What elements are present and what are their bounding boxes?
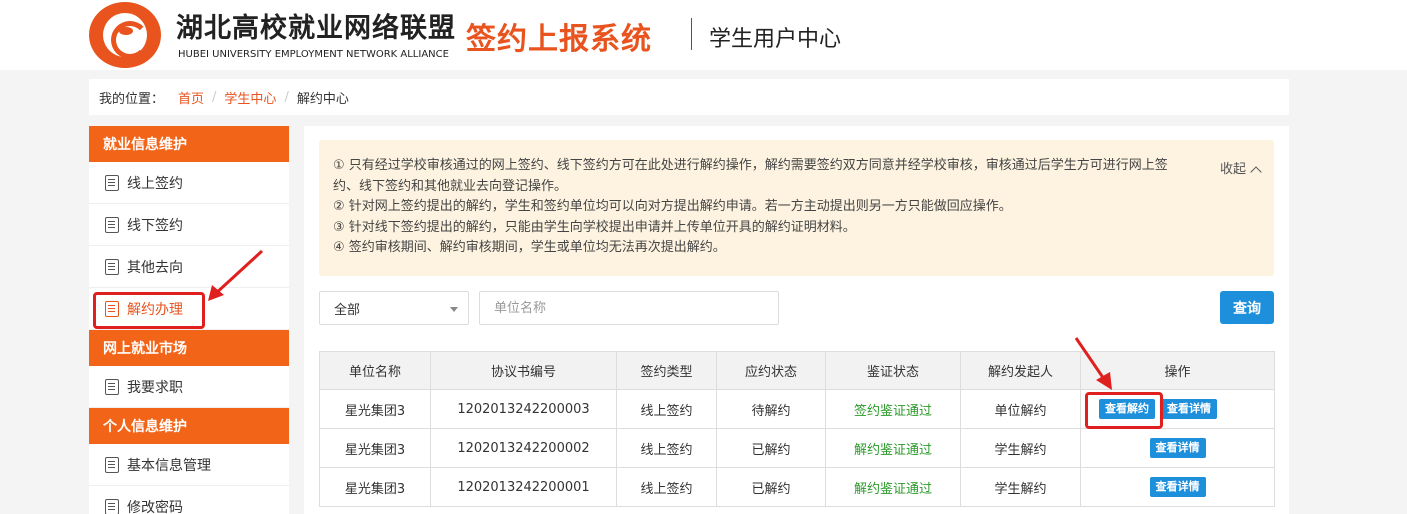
user-center-title: 学生用户中心: [709, 27, 842, 52]
breadcrumb-current: 解约中心: [296, 91, 349, 107]
cell-unit: 星光集团3: [319, 389, 431, 429]
cell-status: 已解约: [716, 467, 826, 507]
view-details-button[interactable]: 查看详情: [1149, 477, 1206, 497]
cell-unit: 星光集团3: [319, 428, 431, 468]
sidebar-group-job-market: 网上就业市场: [89, 330, 289, 366]
collapse-toggle[interactable]: 收起: [1219, 160, 1262, 181]
view-details-button[interactable]: 查看详情: [1161, 399, 1217, 419]
breadcrumb-home[interactable]: 首页: [178, 88, 204, 107]
brand-name: 湖北高校就业网络联盟: [176, 13, 456, 44]
cell-number: 1202013242200001: [430, 467, 617, 507]
cell-actions: 查看详情: [1080, 428, 1275, 468]
cell-verify-status: 签约鉴证通过: [825, 389, 961, 429]
sidebar-item-offline-sign[interactable]: 线下签约: [89, 204, 289, 246]
brand-english: HUBEI UNIVERSITY EMPLOYMENT NETWORK ALLI…: [178, 49, 449, 60]
column-header: 应约状态: [716, 351, 826, 390]
column-header: 协议书编号: [430, 351, 617, 390]
header: 湖北高校就业网络联盟 HUBEI UNIVERSITY EMPLOYMENT N…: [0, 0, 1407, 70]
document-icon: [105, 300, 119, 317]
cell-status: 待解约: [716, 389, 826, 429]
termination-table: 单位名称 协议书编号 签约类型 应约状态 鉴证状态 解约发起人 操作 星光集团3…: [319, 351, 1275, 507]
breadcrumb-separator: /: [284, 89, 289, 105]
document-icon: [105, 378, 119, 395]
breadcrumb-student-center[interactable]: 学生中心: [224, 88, 276, 107]
document-icon: [105, 174, 119, 191]
chevron-up-icon: [1250, 166, 1262, 178]
column-header: 签约类型: [616, 351, 717, 390]
cell-actions: 查看详情: [1080, 467, 1275, 507]
logo-icon[interactable]: [89, 2, 161, 68]
highlight-box: [1085, 392, 1163, 429]
cell-status: 已解约: [716, 428, 826, 468]
sidebar-item-online-sign[interactable]: 线上签约: [89, 162, 289, 204]
sidebar-item-label: 我要求职: [127, 379, 183, 396]
sidebar-item-label: 线下签约: [127, 217, 183, 234]
document-icon: [105, 258, 119, 275]
cell-type: 线上签约: [616, 467, 717, 507]
sidebar-item-label: 修改密码: [127, 499, 183, 514]
cell-verify-status: 解约鉴证通过: [825, 467, 961, 507]
title-divider: [691, 18, 692, 50]
cell-type: 线上签约: [616, 428, 717, 468]
breadcrumb-separator: /: [212, 89, 217, 105]
cell-initiator: 学生解约: [960, 467, 1081, 507]
cell-actions: 查看解约 查看详情: [1080, 389, 1275, 429]
notice-line: ② 针对网上签约提出的解约，学生和签约单位均可以向对方提出解约申请。若一方主动提…: [333, 199, 1012, 214]
main-content: ① 只有经过学校审核通过的网上签约、线下签约方可在此处进行解约操作，解约需要签约…: [304, 126, 1289, 514]
type-select[interactable]: 全部: [319, 291, 469, 325]
caret-down-icon: [450, 307, 458, 312]
column-header: 单位名称: [319, 351, 431, 390]
type-select-value: 全部: [334, 302, 361, 318]
breadcrumb: 我的位置： 首页 / 学生中心 / 解约中心: [89, 79, 1289, 115]
notice-panel: ① 只有经过学校审核通过的网上签约、线下签约方可在此处进行解约操作，解约需要签约…: [319, 140, 1274, 276]
table-row: 星光集团3 1202013242200003 线上签约 待解约 签约鉴证通过 单…: [319, 389, 1275, 429]
sidebar-item-label: 其他去向: [127, 259, 183, 276]
column-header: 鉴证状态: [825, 351, 961, 390]
sidebar-item-job-search[interactable]: 我要求职: [89, 366, 289, 408]
edit-icon: [105, 498, 119, 514]
cell-number: 1202013242200002: [430, 428, 617, 468]
cell-initiator: 学生解约: [960, 428, 1081, 468]
document-icon: [105, 216, 119, 233]
sidebar-group-personal-info: 个人信息维护: [89, 408, 289, 444]
cell-unit: 星光集团3: [319, 467, 431, 507]
cell-initiator: 单位解约: [960, 389, 1081, 429]
table-row: 星光集团3 1202013242200002 线上签约 已解约 解约鉴证通过 学…: [319, 428, 1275, 468]
table-row: 星光集团3 1202013242200001 线上签约 已解约 解约鉴证通过 学…: [319, 467, 1275, 507]
unit-name-input[interactable]: [479, 291, 779, 325]
system-title: 签约上报系统: [466, 22, 652, 57]
notice-line: ① 只有经过学校审核通过的网上签约、线下签约方可在此处进行解约操作，解约需要签约…: [333, 158, 1168, 194]
cell-verify-status: 解约鉴证通过: [825, 428, 961, 468]
column-header: 解约发起人: [960, 351, 1081, 390]
annotation-arrow-icon: [1074, 337, 1112, 390]
sidebar-item-basic-info[interactable]: 基本信息管理: [89, 444, 289, 486]
view-details-button[interactable]: 查看详情: [1149, 438, 1206, 458]
cell-type: 线上签约: [616, 389, 717, 429]
notice-line: ③ 针对线下签约提出的解约，只能由学生向学校提出申请并上传单位开具的解约证明材料…: [333, 219, 856, 235]
sidebar-item-label: 线上签约: [127, 175, 183, 192]
notice-line: ④ 签约审核期间、解约审核期间，学生或单位均无法再次提出解约。: [333, 240, 726, 255]
sidebar: 就业信息维护 线上签约 线下签约 其他去向 解约办理 网上就业市场 我要求职 个…: [89, 126, 289, 514]
list-icon: [105, 456, 119, 473]
annotation-arrow-icon: [208, 249, 264, 301]
table-header-row: 单位名称 协议书编号 签约类型 应约状态 鉴证状态 解约发起人 操作: [319, 351, 1275, 390]
breadcrumb-label: 我的位置：: [99, 91, 165, 107]
sidebar-group-employment-info: 就业信息维护: [89, 126, 289, 162]
search-button[interactable]: 查询: [1220, 291, 1274, 324]
sidebar-item-label: 基本信息管理: [127, 457, 211, 474]
cell-number: 1202013242200003: [430, 389, 617, 429]
collapse-label: 收起: [1219, 162, 1246, 177]
sidebar-item-change-password[interactable]: 修改密码: [89, 486, 289, 514]
